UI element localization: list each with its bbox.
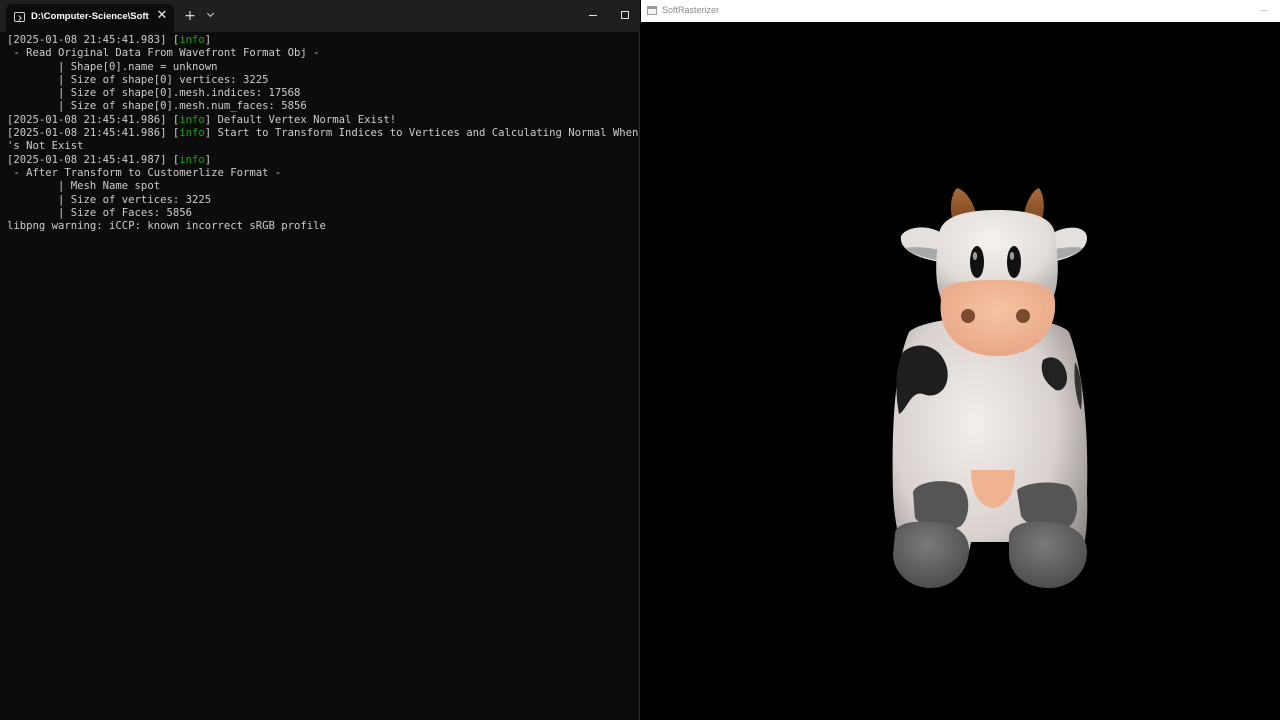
terminal-text: ] Default Vertex Normal Exist! (204, 113, 397, 126)
cow-model-icon (892, 188, 1088, 588)
terminal-text: ] Start to Transform Indices to Vertices… (204, 127, 640, 140)
terminal-text: [2025-01-08 21:45:41.987] [ (7, 153, 180, 166)
terminal-text: ] (204, 34, 212, 46)
terminal-text: [2025-01-08 21:45:41.983] [ (7, 34, 180, 46)
terminal-text: | Shape[0].name = unknown (7, 60, 218, 73)
terminal-text: ] (204, 153, 212, 166)
log-level-label: info (179, 113, 205, 126)
terminal-line: 's Not Exist (7, 140, 640, 153)
terminal-text: | Size of vertices: 3225 (7, 193, 212, 206)
terminal-line: | Size of shape[0].mesh.num_faces: 5856 (7, 100, 640, 113)
terminal-line: [2025-01-08 21:45:41.983] [info] (7, 34, 640, 47)
terminal-text: - Read Original Data From Wavefront Form… (7, 47, 320, 60)
terminal-text: - After Transform to Customerlize Format… (7, 166, 282, 179)
new-tab-button[interactable]: + (183, 8, 197, 24)
terminal-line: | Mesh Name spot (7, 180, 640, 193)
terminal-text: | Size of shape[0].mesh.num_faces: 5856 (7, 100, 307, 113)
terminal-line: - After Transform to Customerlize Format… (7, 167, 640, 180)
terminal-tab[interactable]: D:\Computer-Science\Softwa ✕ (6, 4, 174, 32)
terminal-line: [2025-01-08 21:45:41.987] [info] (7, 154, 640, 167)
terminal-text: [2025-01-08 21:45:41.986] [ (7, 127, 180, 140)
terminal-text: | Size of shape[0].mesh.indices: 17568 (7, 87, 301, 100)
tab-title: D:\Computer-Science\Softwa (31, 11, 149, 22)
render-canvas[interactable] (641, 22, 1280, 720)
terminal-text: libpng warning: iCCP: known incorrect sR… (7, 220, 326, 233)
cow-hoof-right (1009, 521, 1087, 588)
terminal-text: | Mesh Name spot (7, 180, 161, 193)
terminal-text: | Size of Faces: 5856 (7, 206, 192, 219)
terminal-text: | Size of shape[0] vertices: 3225 (7, 73, 269, 86)
chevron-down-icon[interactable] (204, 8, 218, 24)
minimize-button[interactable] (1257, 4, 1271, 16)
terminal-line: | Size of Faces: 5856 (7, 207, 640, 220)
terminal-line: | Size of shape[0] vertices: 3225 (7, 74, 640, 87)
log-level-label: info (179, 127, 205, 140)
terminal-line: [2025-01-08 21:45:41.986] [info] Start t… (7, 127, 640, 140)
terminal-line: [2025-01-08 21:45:41.986] [info] Default… (7, 114, 640, 127)
terminal-line: libpng warning: iCCP: known incorrect sR… (7, 220, 640, 233)
log-level-label: info (179, 153, 205, 166)
app-window-icon (647, 6, 657, 15)
softrasterizer-window[interactable]: SoftRasterizer (641, 0, 1280, 720)
maximize-button[interactable] (617, 8, 635, 24)
cow-hoof-left (893, 521, 969, 588)
terminal-line: - Read Original Data From Wavefront Form… (7, 47, 640, 60)
minimize-button[interactable] (585, 8, 603, 24)
terminal-text: 's Not Exist (7, 140, 84, 153)
cow-eye-left (970, 246, 984, 278)
cow-nostril-left (961, 309, 975, 323)
terminal-output[interactable]: [2025-01-08 21:45:41.983] [info] - Read … (7, 34, 640, 714)
terminal-line: | Shape[0].name = unknown (7, 61, 640, 74)
close-tab-icon[interactable]: ✕ (155, 9, 169, 23)
terminal-icon (14, 12, 25, 22)
terminal-line: | Size of shape[0].mesh.indices: 17568 (7, 87, 640, 100)
cow-nostril-right (1016, 309, 1030, 323)
viewer-titlebar[interactable]: SoftRasterizer (641, 0, 1280, 22)
log-level-label: info (179, 34, 205, 46)
cow-eye-right (1007, 246, 1021, 278)
terminal-line: | Size of vertices: 3225 (7, 194, 640, 207)
terminal-titlebar[interactable]: D:\Computer-Science\Softwa ✕ + (0, 0, 640, 32)
terminal-window[interactable]: D:\Computer-Science\Softwa ✕ + [2025-01-… (0, 0, 640, 720)
terminal-text: [2025-01-08 21:45:41.986] [ (7, 113, 180, 126)
window-title: SoftRasterizer (662, 5, 720, 15)
